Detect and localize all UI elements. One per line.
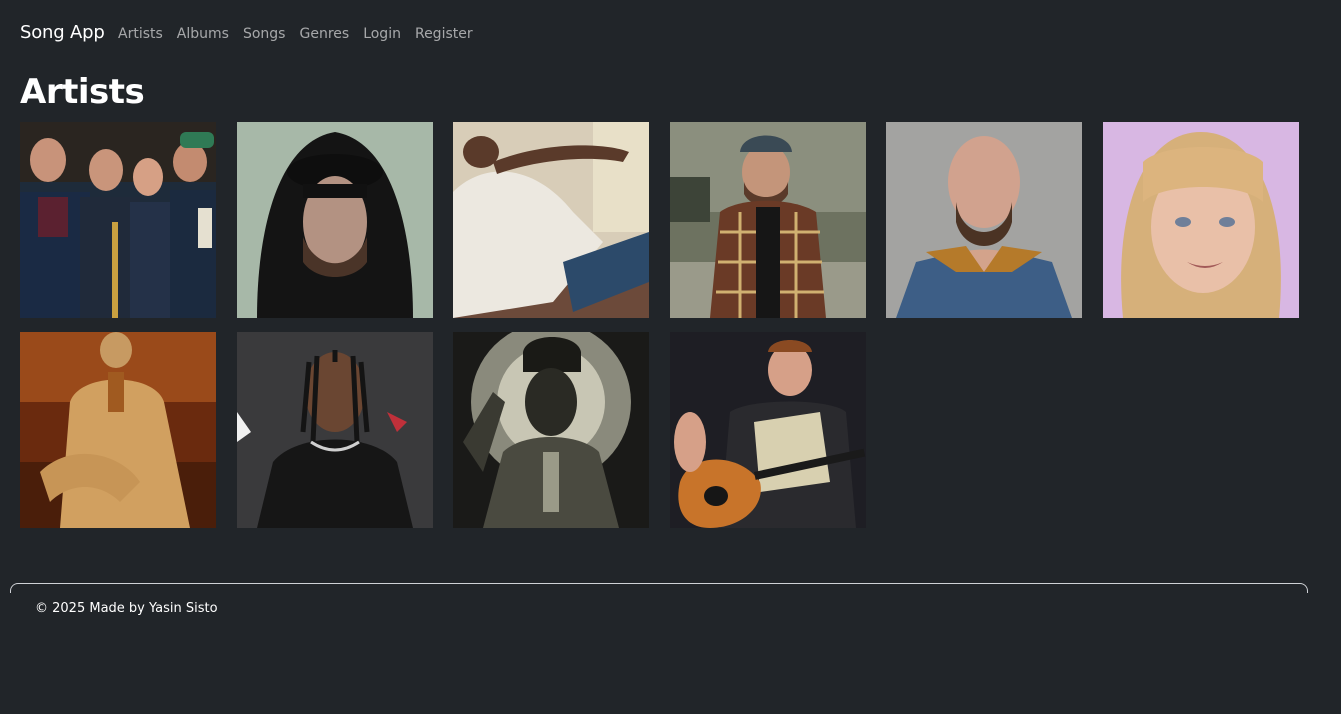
artist-card[interactable] [453, 122, 649, 318]
guitarist-photo-icon [670, 332, 866, 528]
tattooed-man-photo-icon [886, 122, 1082, 318]
nav-links: Artists Albums Songs Genres Login Regist… [118, 26, 487, 42]
artist-card[interactable] [453, 332, 649, 528]
suited-man-orange-photo-icon [20, 332, 216, 528]
monochrome-portrait-photo-icon [453, 332, 649, 528]
artist-card[interactable] [1103, 122, 1299, 318]
blonde-woman-photo-icon [1103, 122, 1299, 318]
page-title: Artists [20, 72, 145, 112]
flannel-cap-man-photo-icon [670, 122, 866, 318]
artist-card[interactable] [20, 122, 216, 318]
nav-link-artists[interactable]: Artists [118, 26, 163, 42]
footer-divider [10, 583, 1308, 593]
nav-link-login[interactable]: Login [363, 26, 401, 42]
nav-link-albums[interactable]: Albums [177, 26, 229, 42]
band-photo-icon [20, 122, 216, 318]
artist-card[interactable] [670, 122, 866, 318]
nav-link-register[interactable]: Register [415, 26, 473, 42]
artist-card[interactable] [237, 332, 433, 528]
artist-card[interactable] [670, 332, 866, 528]
brand-link[interactable]: Song App [20, 22, 105, 43]
braided-man-photo-icon [237, 332, 433, 528]
nav-link-genres[interactable]: Genres [299, 26, 349, 42]
artist-card[interactable] [20, 332, 216, 528]
hooded-man-photo-icon [237, 122, 433, 318]
artist-card[interactable] [237, 122, 433, 318]
footer-copyright: © 2025 Made by Yasin Sisto [35, 601, 218, 616]
nav-link-songs[interactable]: Songs [243, 26, 286, 42]
reclining-man-photo-icon [453, 122, 649, 318]
navbar: Song App Artists Albums Songs Genres Log… [0, 0, 1341, 70]
artist-card[interactable] [886, 122, 1082, 318]
